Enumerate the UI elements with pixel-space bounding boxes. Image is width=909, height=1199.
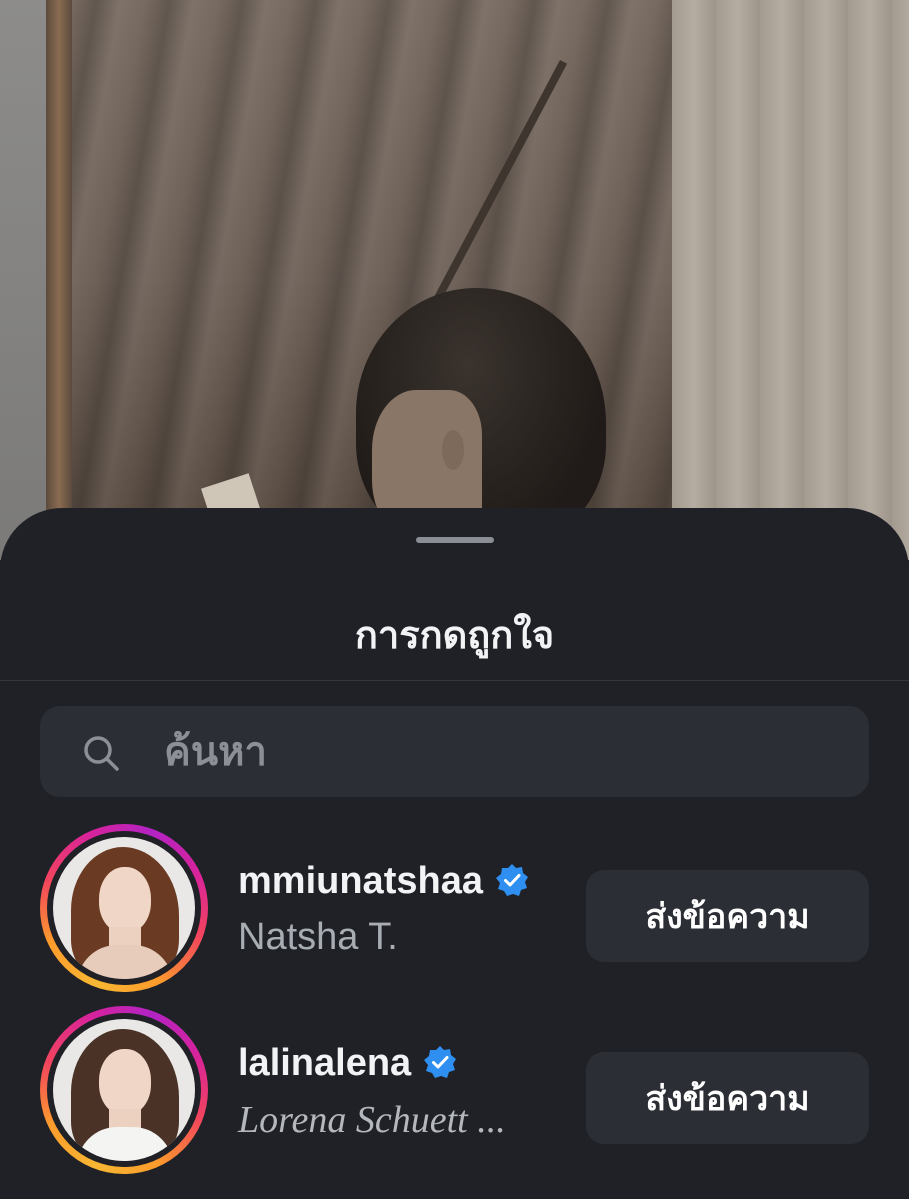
send-message-button[interactable]: ส่งข้อความ <box>586 1052 869 1144</box>
search-icon <box>84 736 119 771</box>
full-name: Lorena Schuett ... <box>238 1099 506 1141</box>
username[interactable]: mmiunatshaa <box>238 860 529 903</box>
background-photo <box>0 0 909 560</box>
avatar[interactable] <box>40 824 208 992</box>
send-message-button[interactable]: ส่งข้อความ <box>586 870 869 962</box>
verified-badge-icon <box>495 863 528 896</box>
sheet-title: การกดถูกใจ <box>354 615 555 657</box>
username[interactable]: lalinalena <box>238 1042 457 1085</box>
list-item[interactable]: lalinalena Lorena Schuett ... ส่งข้อความ <box>0 1006 909 1176</box>
verified-badge-icon <box>424 1045 457 1078</box>
search-bar[interactable] <box>40 706 869 799</box>
sheet-drag-handle[interactable] <box>416 537 494 543</box>
list-item[interactable]: mmiunatshaa Natsha T. ส่งข้อความ <box>0 824 909 994</box>
divider <box>0 680 909 681</box>
likes-sheet: การกดถูกใจ mmiunatshaa Natsha T. ส่งข้อค… <box>0 508 909 1199</box>
avatar[interactable] <box>40 1006 208 1174</box>
search-input[interactable] <box>162 706 846 799</box>
full-name: Natsha T. <box>238 916 398 958</box>
